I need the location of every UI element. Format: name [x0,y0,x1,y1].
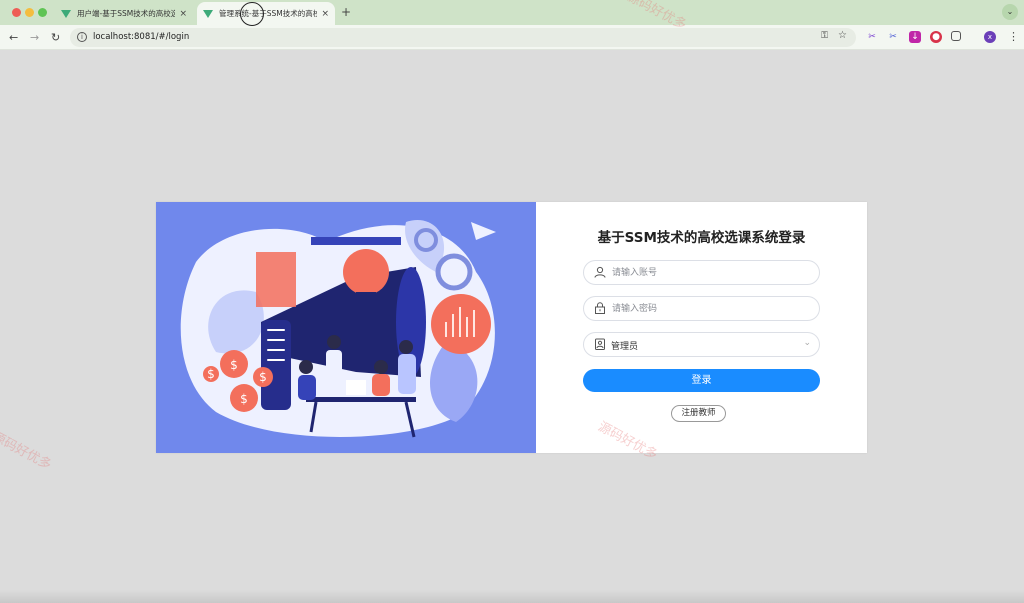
bookmark-star-icon[interactable]: ☆ [838,30,847,41]
login-button[interactable]: 登录 [583,369,820,392]
login-card: $ $ $ $ 基于SSM技术的高校选课系统登录 请输入账号 管理员 ⌄ 登录 … [156,202,867,453]
tab-admin-system[interactable]: 管理系统-基于SSM技术的高校 × [197,2,335,25]
url-text[interactable]: localhost:8081/#/login [93,32,189,42]
lock-icon [595,302,605,314]
close-window-button[interactable] [12,8,21,17]
browser-menu-icon[interactable]: ⋮ [1008,30,1019,43]
tab-close-icon[interactable]: × [321,9,329,19]
tab-strip: 用户端-基于SSM技术的高校选 × 管理系统-基于SSM技术的高校 × + ⌄ [0,0,1024,25]
svg-text:$: $ [259,370,267,384]
reload-icon[interactable]: ↻ [51,31,60,44]
address-bar[interactable]: i localhost:8081/#/login ⚿ ☆ [70,28,856,47]
vue-logo-icon [203,9,213,18]
extensions-puzzle-icon[interactable] [951,31,961,41]
svg-text:$: $ [240,392,248,406]
illustration-graphic: $ $ $ $ [180,220,496,438]
role-selected-value: 管理员 [611,342,639,352]
scissors-blue-extension-icon[interactable]: ✂ [887,31,899,43]
team-illustration: $ $ $ $ [156,202,536,453]
password-input[interactable] [612,301,807,316]
back-arrow-icon[interactable]: ← [9,31,18,44]
password-field[interactable] [583,296,820,321]
browser-toolbar: ← → ↻ i localhost:8081/#/login ⚿ ☆ ✂ ✂ ↓… [0,25,1024,50]
vue-logo-icon [61,9,71,18]
username-field[interactable] [583,260,820,285]
register-teacher-button[interactable]: 注册教师 [671,405,726,422]
login-title: 基于SSM技术的高校选课系统登录 [597,230,806,246]
role-select[interactable]: 管理员 ⌄ [583,332,820,357]
site-info-icon[interactable]: i [77,32,87,42]
window-bottom-edge [0,590,1024,603]
svg-text:$: $ [207,367,215,381]
tab-search-button[interactable]: ⌄ [1002,4,1018,20]
login-form: 基于SSM技术的高校选课系统登录 管理员 ⌄ [536,202,867,453]
watermark: 源码好优多 [0,429,54,474]
user-icon [594,266,606,278]
download-extension-icon[interactable]: ↓ [909,31,921,43]
password-key-icon[interactable]: ⚿ [821,31,828,41]
profile-avatar[interactable]: x [984,31,996,43]
tab-user-portal[interactable]: 用户端-基于SSM技术的高校选 × [55,2,193,25]
minimize-window-button[interactable] [25,8,34,17]
forward-arrow-icon[interactable]: → [30,31,39,44]
svg-text:$: $ [230,358,238,372]
maximize-window-button[interactable] [38,8,47,17]
red-extension-icon[interactable]: ● [930,31,942,43]
tab-title: 用户端-基于SSM技术的高校选 [77,9,176,18]
tab-title: 管理系统-基于SSM技术的高校 [219,9,318,18]
scissors-extension-icon[interactable]: ✂ [866,31,878,43]
tab-close-icon[interactable]: × [179,9,187,19]
username-input[interactable] [612,265,807,280]
new-tab-button[interactable]: + [341,5,351,19]
role-badge-icon [595,338,605,350]
cursor-highlight [240,2,264,26]
chevron-down-icon: ⌄ [803,338,811,348]
